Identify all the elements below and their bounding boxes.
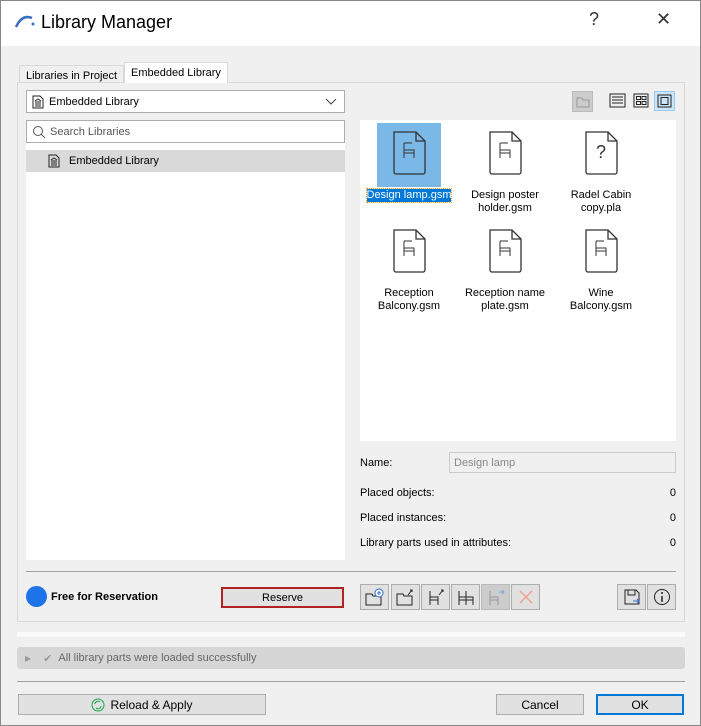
chair-file-icon <box>585 229 618 273</box>
cancel-button[interactable]: Cancel <box>496 694 584 715</box>
delete-x-icon <box>518 590 533 604</box>
folder-add-icon <box>365 588 383 606</box>
item-label: Design poster holder.gsm <box>471 189 539 214</box>
library-item[interactable]: Design lamp.gsm <box>361 123 457 203</box>
reload-apply-button[interactable]: Reload & Apply <box>18 694 266 715</box>
unknown-file-icon: ? <box>585 131 618 175</box>
info-icon <box>653 589 670 605</box>
large-icon-view-button[interactable] <box>654 91 675 111</box>
reservation-status: Free for Reservation <box>51 591 158 603</box>
close-button[interactable]: ✕ <box>656 9 671 30</box>
status-message: All library parts were loaded successful… <box>58 652 257 664</box>
divider <box>26 571 676 572</box>
reload-label: Reload & Apply <box>110 697 193 712</box>
tab-embedded-library[interactable]: Embedded Library <box>124 62 228 83</box>
check-icon: ✔ <box>43 652 53 665</box>
chair-add-icon <box>429 589 443 605</box>
library-tree <box>26 120 345 560</box>
chair-file-icon <box>489 229 522 273</box>
add-library-button[interactable] <box>360 584 389 610</box>
library-file-icon <box>32 95 44 108</box>
list-view-icon <box>609 93 626 108</box>
item-label: Radel Cabin copy.pla <box>570 189 632 214</box>
item-label: Reception name plate.gsm <box>464 287 546 312</box>
divider <box>17 681 685 682</box>
chair-file-icon <box>393 229 426 273</box>
chair-move-icon <box>489 589 505 605</box>
expand-arrow-icon[interactable]: ▶ <box>25 654 31 663</box>
placed-instances-label: Placed instances: <box>360 512 447 524</box>
library-item[interactable]: Design poster holder.gsm <box>457 123 553 215</box>
library-item[interactable]: Reception name plate.gsm <box>457 221 553 313</box>
divider <box>17 632 685 637</box>
grid-view-button[interactable] <box>633 93 649 111</box>
tree-item-label: Embedded Library <box>69 155 159 167</box>
tab-libraries-in-project[interactable]: Libraries in Project <box>19 65 125 83</box>
reserve-button[interactable]: Reserve <box>221 587 344 608</box>
library-item[interactable]: Reception Balcony.gsm <box>361 221 457 313</box>
item-label: Wine Balcony.gsm <box>569 287 633 312</box>
status-bar: ▶ ✔ All library parts were loaded succes… <box>17 647 685 669</box>
library-file-icon <box>48 154 60 168</box>
reload-icon <box>91 698 105 711</box>
list-view-button[interactable] <box>609 93 626 111</box>
search-input[interactable]: Search Libraries <box>26 120 345 143</box>
save-button[interactable] <box>617 584 646 610</box>
help-button[interactable]: ? <box>589 9 599 30</box>
parent-folder-button[interactable] <box>572 91 593 112</box>
dropdown-value: Embedded Library <box>49 95 139 108</box>
placed-instances-value: 0 <box>669 512 676 524</box>
title-bar: Library Manager ? ✕ <box>1 1 700 46</box>
archicad-logo-icon <box>14 15 35 28</box>
name-field[interactable]: Design lamp <box>449 452 676 473</box>
chair-file-icon <box>489 131 522 175</box>
name-label: Name: <box>360 457 393 469</box>
grid-view-icon <box>633 93 649 108</box>
placed-objects-label: Placed objects: <box>360 487 435 499</box>
ok-button[interactable]: OK <box>596 694 684 715</box>
library-dropdown[interactable]: Embedded Library <box>26 90 345 113</box>
tree-item-embedded-library[interactable]: Embedded Library <box>26 150 345 172</box>
item-grid: Design lamp.gsm Design poster holder.gsm?… <box>360 120 676 441</box>
move-object-button[interactable] <box>481 584 510 610</box>
attributes-label: Library parts used in attributes: <box>360 537 512 549</box>
save-icon <box>624 589 640 605</box>
folder-up-icon <box>576 97 589 107</box>
info-button[interactable] <box>647 584 676 610</box>
item-label: Design lamp.gsm <box>365 188 453 203</box>
library-item[interactable]: ? Radel Cabin copy.pla <box>553 123 649 215</box>
window-title: Library Manager <box>41 12 173 32</box>
search-icon <box>33 125 46 138</box>
svg-text:?: ? <box>596 142 606 162</box>
large-icon-view-icon <box>657 94 672 108</box>
import-folder-button[interactable] <box>391 584 420 610</box>
chair-file-icon <box>393 131 426 175</box>
objects-button[interactable] <box>451 584 480 610</box>
attributes-value: 0 <box>669 537 676 549</box>
item-label: Reception Balcony.gsm <box>377 287 441 312</box>
search-placeholder: Search Libraries <box>50 125 131 138</box>
chevron-down-icon <box>325 98 337 105</box>
delete-button[interactable] <box>511 584 540 610</box>
library-item[interactable]: Wine Balcony.gsm <box>553 221 649 313</box>
placed-objects-value: 0 <box>669 487 676 499</box>
chairs-icon <box>458 591 473 605</box>
add-object-button[interactable] <box>421 584 450 610</box>
folder-export-icon <box>396 589 412 606</box>
reservation-status-icon <box>26 586 47 607</box>
